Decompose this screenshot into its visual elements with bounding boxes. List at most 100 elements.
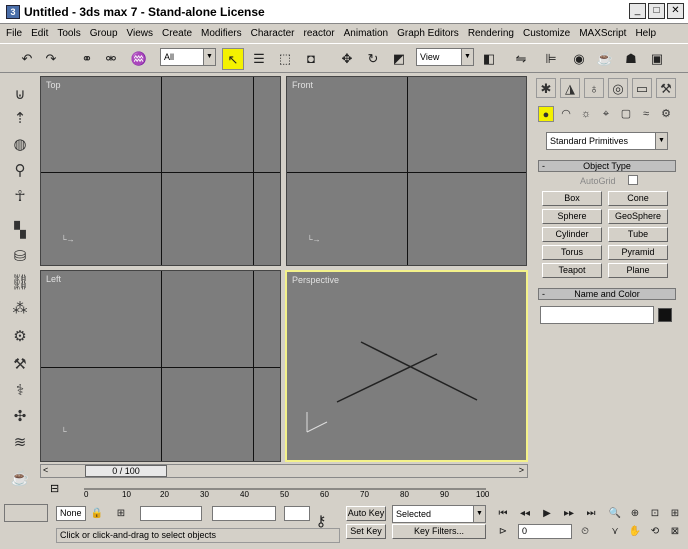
autogrid-checkbox[interactable] (628, 175, 638, 185)
viewport-front[interactable]: Front └→ (286, 76, 527, 266)
geometry-icon[interactable]: ● (538, 106, 554, 122)
category-dropdown[interactable]: Standard Primitives ▼ (546, 132, 668, 150)
geosphere-button[interactable]: GeoSphere (608, 209, 668, 224)
cylinder-icon[interactable]: ⛁ (8, 246, 32, 268)
viewport-label[interactable]: Front (292, 80, 313, 90)
object-type-rollout[interactable]: - Object Type (538, 160, 676, 172)
selection-filter-dropdown[interactable]: All ▼ (160, 48, 216, 66)
sphere-icon[interactable]: ◍ (8, 134, 32, 156)
material-editor-icon[interactable]: ◉ (568, 48, 590, 70)
align-icon[interactable]: ⊫ (540, 48, 562, 70)
wind-icon[interactable]: ✣ (8, 406, 32, 428)
person-icon[interactable]: ⚲ (8, 160, 32, 182)
helper-icon[interactable]: ⇡ (8, 108, 32, 130)
menu-help[interactable]: Help (635, 28, 656, 39)
shapes-icon[interactable]: ◠ (558, 106, 574, 122)
cameras-icon[interactable]: ⌖ (598, 106, 614, 122)
maximize-viewport-icon[interactable]: ⊠ (666, 524, 684, 539)
render-last-icon[interactable]: ▣ (646, 48, 668, 70)
viewport-label[interactable]: Top (46, 80, 61, 90)
modify-tab-icon[interactable]: ◮ (560, 78, 580, 98)
menu-animation[interactable]: Animation (344, 28, 388, 39)
torus-button[interactable]: Torus (542, 245, 602, 260)
time-configuration-icon[interactable]: ⏲ (576, 524, 594, 539)
minimize-button[interactable]: _ (629, 3, 646, 19)
helpers-icon[interactable]: ▢ (618, 106, 634, 122)
current-frame-input[interactable]: 0 (518, 524, 572, 539)
bind-space-warp-icon[interactable]: ♒ (128, 48, 150, 70)
pyramid-button[interactable]: Pyramid (608, 245, 668, 260)
field-of-view-icon[interactable]: ⋎ (606, 524, 624, 539)
motion-tab-icon[interactable]: ◎ (608, 78, 628, 98)
y-coordinate-input[interactable] (212, 506, 276, 521)
menu-edit[interactable]: Edit (31, 28, 48, 39)
absolute-mode-icon[interactable]: ⊞ (112, 506, 130, 521)
key-mode-dropdown[interactable]: Selected ▼ (392, 505, 486, 523)
pivot-center-icon[interactable]: ◧ (478, 48, 500, 70)
create-tab-icon[interactable]: ✱ (536, 78, 556, 98)
set-key-button[interactable]: Set Key (346, 524, 386, 539)
move-icon[interactable]: ✥ (336, 48, 358, 70)
render-scene-icon[interactable]: ☕ (594, 48, 616, 70)
display-tab-icon[interactable]: ▭ (632, 78, 652, 98)
zoom-icon[interactable]: 🔍 (606, 506, 624, 521)
time-slider[interactable]: 0 / 100 (85, 465, 167, 477)
viewport-top[interactable]: Top └→ (40, 76, 281, 266)
key-filters-button[interactable]: Key Filters... (392, 524, 486, 539)
menu-graph-editors[interactable]: Graph Editors (397, 28, 459, 39)
cylinder-button[interactable]: Cylinder (542, 227, 602, 242)
x-coordinate-input[interactable] (140, 506, 202, 521)
previous-key-icon[interactable]: ◂◂ (516, 506, 534, 521)
object-color-swatch[interactable] (658, 308, 672, 322)
go-to-end-icon[interactable]: ⏭ (582, 506, 600, 521)
object-name-input[interactable] (540, 306, 654, 324)
app-icon[interactable]: 3 (6, 4, 20, 19)
zoom-extents-icon[interactable]: ⊡ (646, 506, 664, 521)
teapot-icon[interactable]: ☕ (8, 468, 32, 490)
sphere-button[interactable]: Sphere (542, 209, 602, 224)
biped-icon[interactable]: ☥ (8, 186, 32, 208)
rotate-icon[interactable]: ↻ (362, 48, 384, 70)
play-icon[interactable]: ▶ (538, 506, 556, 521)
mirror-icon[interactable]: ⇋ (510, 48, 532, 70)
menu-views[interactable]: Views (127, 28, 154, 39)
select-link-icon[interactable]: ⚭ (76, 48, 98, 70)
pan-icon[interactable]: ✋ (626, 524, 644, 539)
menu-create[interactable]: Create (162, 28, 192, 39)
z-coordinate-input[interactable] (284, 506, 310, 521)
space-warps-icon[interactable]: ≈ (638, 106, 654, 122)
viewport-left[interactable]: Left └ (40, 270, 281, 462)
maxscript-listener[interactable] (4, 504, 48, 522)
window-crossing-icon[interactable]: ◘ (300, 48, 322, 70)
teapot-button[interactable]: Teapot (542, 263, 602, 278)
viewport-label[interactable]: Left (46, 274, 61, 284)
quick-render-icon[interactable]: ☗ (620, 48, 642, 70)
magnet-icon[interactable]: ⊍ (8, 84, 32, 106)
reference-coordinate-dropdown[interactable]: View ▼ (416, 48, 474, 66)
systems-icon[interactable]: ⚙ (658, 106, 674, 122)
unlink-icon[interactable]: ⚮ (100, 48, 122, 70)
lock-icon[interactable]: 🔒 (88, 506, 106, 521)
cloth-icon[interactable]: ≋ (8, 432, 32, 454)
weld-icon[interactable]: ⚒ (8, 354, 32, 376)
maximize-button[interactable]: □ (648, 3, 665, 19)
name-and-color-rollout[interactable]: - Name and Color (538, 288, 676, 300)
track-bar[interactable]: ⊟ 0 10 20 30 40 50 60 70 80 90 100 (40, 480, 530, 502)
menu-file[interactable]: File (6, 28, 22, 39)
next-frame-icon[interactable]: > (519, 465, 524, 475)
viewport-perspective[interactable]: Perspective (285, 270, 528, 462)
box-button[interactable]: Box (542, 191, 602, 206)
zoom-all-icon[interactable]: ⊕ (626, 506, 644, 521)
cone-button[interactable]: Cone (608, 191, 668, 206)
menu-tools[interactable]: Tools (57, 28, 80, 39)
lights-icon[interactable]: ☼ (578, 106, 594, 122)
checker-icon[interactable]: ▚ (8, 220, 32, 242)
hierarchy-tab-icon[interactable]: ♁ (584, 78, 604, 98)
go-to-start-icon[interactable]: ⏮ (494, 506, 512, 521)
menu-character[interactable]: Character (251, 28, 295, 39)
menu-reactor[interactable]: reactor (304, 28, 335, 39)
auto-key-button[interactable]: Auto Key (346, 506, 386, 521)
redo-icon[interactable]: ↷ (40, 48, 62, 70)
gear-icon[interactable]: ⚙ (8, 326, 32, 348)
select-by-name-icon[interactable]: ☰ (248, 48, 270, 70)
